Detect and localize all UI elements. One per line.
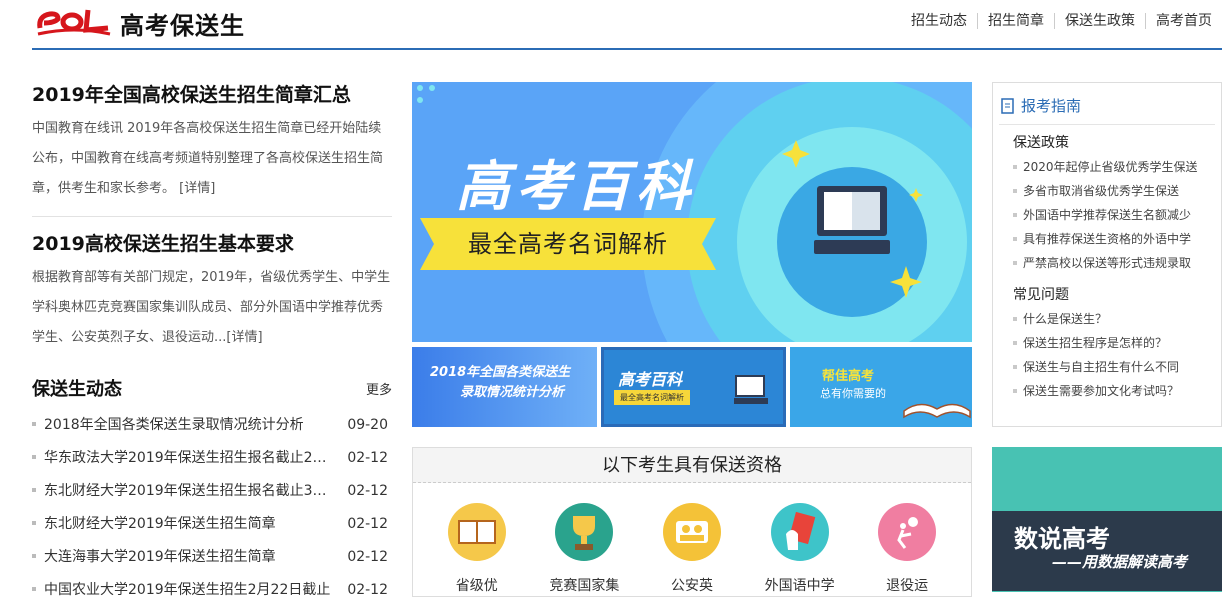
banner-subtitle: 最全高考名词解析 (468, 230, 668, 258)
qualification-label: 外国语中学 (764, 578, 835, 594)
thumb-title: 帮佳高考 (822, 369, 875, 384)
list-item[interactable]: 保送生需要参加文化考试吗？ (993, 379, 1221, 403)
top-nav: 招生动态 招生简章 保送生政策 高考首页 (901, 13, 1214, 29)
article-summary: 中国教育在线讯 2019年各高校保送生招生简章已经开始陆续公布，中国教育在线高考… (32, 114, 392, 204)
article-title[interactable]: 2019年全国高校保送生招生简章汇总 (32, 78, 392, 112)
qualification-police-family[interactable]: 公安英 (647, 503, 737, 595)
divider (32, 216, 392, 217)
news-title[interactable]: 华东政法大学2019年保送生招生报名截止2月... (32, 448, 332, 481)
thumb-title: 高考百科 (618, 370, 683, 389)
list-item[interactable]: 保送生招生程序是怎样的？ (993, 331, 1221, 355)
trophy-icon (555, 503, 614, 561)
news-list: 2018年全国各类保送生录取情况统计分析 09-20 华东政法大学2019年保送生… (32, 415, 392, 613)
news-date: 02-12 (347, 549, 388, 565)
news-title[interactable]: 大连海事大学2019年保送生招生简章 (32, 547, 332, 580)
qualification-label: 退役运 (886, 578, 929, 594)
list-item[interactable]: 2020年起停止省级优秀学生保送 (993, 155, 1221, 179)
book-icon (903, 403, 971, 419)
data-gaokao-banner[interactable]: 数说高考 ——用数据解读高考 (992, 447, 1222, 592)
banner-title: 高考百科 (456, 155, 696, 218)
list-item[interactable]: 多省市取消省级优秀学生保送 (993, 179, 1221, 203)
list-item[interactable]: 中国农业大学2019年保送生招生2月22日截止 02-12 (32, 580, 392, 613)
guide-panel: 报考指南 保送政策 2020年起停止省级优秀学生保送 多省市取消省级优秀学生保送… (992, 82, 1222, 427)
guide-category-policy: 保送政策 (1013, 135, 1069, 151)
guide-category-faq: 常见问题 (1013, 287, 1069, 303)
news-date: 02-12 (347, 483, 388, 499)
qualification-label: 省级优 (455, 578, 498, 594)
thumb-subtitle: 总有你需要的 (820, 387, 886, 400)
guide-header: 报考指南 (993, 83, 1221, 116)
banner-title: 数说高考 (1014, 525, 1110, 553)
qualification-label: 竞赛国家集 (549, 578, 620, 594)
banner-subtitle: ——用数据解读高考 (1052, 553, 1188, 571)
nav-admission-news[interactable]: 招生动态 (901, 13, 978, 29)
qualification-foreign-lang[interactable]: 外国语中学 (755, 503, 845, 595)
article-title[interactable]: 2019高校保送生招生基本要求 (32, 227, 392, 261)
article-2: 2019高校保送生招生基本要求 根据教育部等有关部门规定，2019年，省级优秀学… (32, 227, 392, 353)
qualification-retired-athlete[interactable]: 退役运 (862, 503, 952, 595)
list-item[interactable]: 2018年全国各类保送生录取情况统计分析 09-20 (32, 415, 392, 448)
qualification-title: 以下考生具有保送资格 (413, 448, 971, 483)
more-link[interactable]: 更多 (366, 379, 392, 398)
thumb-line-2: 录取情况统计分析 (460, 385, 565, 400)
people-icon (662, 503, 721, 561)
header-divider (32, 48, 1222, 50)
article-summary-text: 根据教育部等有关部门规定，2019年，省级优秀学生、中学生学科奥林匹克竞赛国家集… (32, 270, 391, 345)
nav-policy[interactable]: 保送生政策 (1055, 13, 1146, 29)
news-date: 02-12 (347, 516, 388, 532)
passport-icon (770, 503, 829, 561)
qualification-icons: 省级优 竞赛国家集 公安英 外国语中学 退役运 (413, 483, 971, 595)
list-item[interactable]: 保送生与自主招生有什么不同 (993, 355, 1221, 379)
thumb-title: 2018年全国各类保送生 录取情况统计分析 (430, 363, 570, 403)
thumb-subtitle: 最全高考名词解析 (614, 390, 690, 405)
list-item[interactable]: 大连海事大学2019年保送生招生简章 02-12 (32, 547, 392, 580)
qualification-box: 以下考生具有保送资格 省级优 竞赛国家集 公安英 外国语中学 退役运 (412, 447, 972, 597)
thumb-encyclopedia[interactable]: 高考百科 最全高考名词解析 (601, 347, 786, 427)
list-item[interactable]: 外国语中学推荐保送生名额减少 (993, 203, 1221, 227)
list-item[interactable]: 具有推荐保送生资格的外语中学 (993, 227, 1221, 251)
list-item[interactable]: 东北财经大学2019年保送生招生简章 02-12 (32, 514, 392, 547)
news-section-header: 保送生动态 更多 (32, 373, 392, 403)
article-summary: 根据教育部等有关部门规定，2019年，省级优秀学生、中学生学科奥林匹克竞赛国家集… (32, 263, 392, 353)
detail-link[interactable]: [详情] (179, 181, 215, 196)
news-title[interactable]: 2018年全国各类保送生录取情况统计分析 (32, 415, 332, 448)
site-title[interactable]: 高考保送生 (120, 6, 245, 41)
qualification-provincial[interactable]: 省级优 (432, 503, 522, 595)
thumb-help[interactable]: 帮佳高考 总有你需要的 (790, 347, 972, 427)
nav-admission-brochure[interactable]: 招生简章 (978, 13, 1055, 29)
news-date: 02-12 (347, 450, 388, 466)
news-date: 09-20 (347, 417, 388, 433)
thumb-stats[interactable]: 2018年全国各类保送生 录取情况统计分析 (412, 347, 597, 427)
main-banner[interactable]: 高考百科 最全高考名词解析 (412, 82, 972, 342)
news-title[interactable]: 东北财经大学2019年保送生招生报名截止3月... (32, 481, 332, 514)
eol-logo[interactable] (36, 4, 112, 38)
list-item[interactable]: 华东政法大学2019年保送生招生报名截止2月... 02-12 (32, 448, 392, 481)
qualification-competition[interactable]: 竞赛国家集 (539, 503, 629, 595)
computer-icon (734, 375, 768, 404)
left-column: 2019年全国高校保送生招生简章汇总 中国教育在线讯 2019年各高校保送生招生… (32, 78, 392, 613)
list-item[interactable]: 什么是保送生？ (993, 307, 1221, 331)
detail-link[interactable]: [详情] (226, 330, 262, 345)
news-title[interactable]: 东北财经大学2019年保送生招生简章 (32, 514, 332, 547)
qualification-label: 公安英 (670, 578, 713, 594)
header: 高考保送生 招生动态 招生简章 保送生政策 高考首页 (0, 0, 1232, 52)
article-1: 2019年全国高校保送生招生简章汇总 中国教育在线讯 2019年各高校保送生招生… (32, 78, 392, 204)
news-title[interactable]: 中国农业大学2019年保送生招生2月22日截止 (32, 580, 332, 613)
thumb-line-1: 2018年全国各类保送生 (430, 365, 571, 380)
nav-gaokao-home[interactable]: 高考首页 (1146, 13, 1214, 29)
faq-list: 什么是保送生？ 保送生招生程序是怎样的？ 保送生与自主招生有什么不同 保送生需要… (993, 307, 1221, 403)
news-section-title: 保送生动态 (32, 379, 122, 400)
document-icon (1001, 97, 1014, 114)
volleyball-icon (878, 503, 937, 561)
news-date: 02-12 (347, 582, 388, 598)
divider (999, 124, 1215, 125)
guide-title: 报考指南 (1021, 97, 1082, 115)
banner-thumbnails: 2018年全国各类保送生 录取情况统计分析 高考百科 最全高考名词解析 帮佳高考… (412, 347, 972, 427)
list-item[interactable]: 严禁高校以保送等形式违规录取 (993, 251, 1221, 275)
list-item[interactable]: 东北财经大学2019年保送生招生报名截止3月... 02-12 (32, 481, 392, 514)
book-icon (447, 503, 506, 561)
policy-list: 2020年起停止省级优秀学生保送 多省市取消省级优秀学生保送 外国语中学推荐保送… (993, 155, 1221, 275)
